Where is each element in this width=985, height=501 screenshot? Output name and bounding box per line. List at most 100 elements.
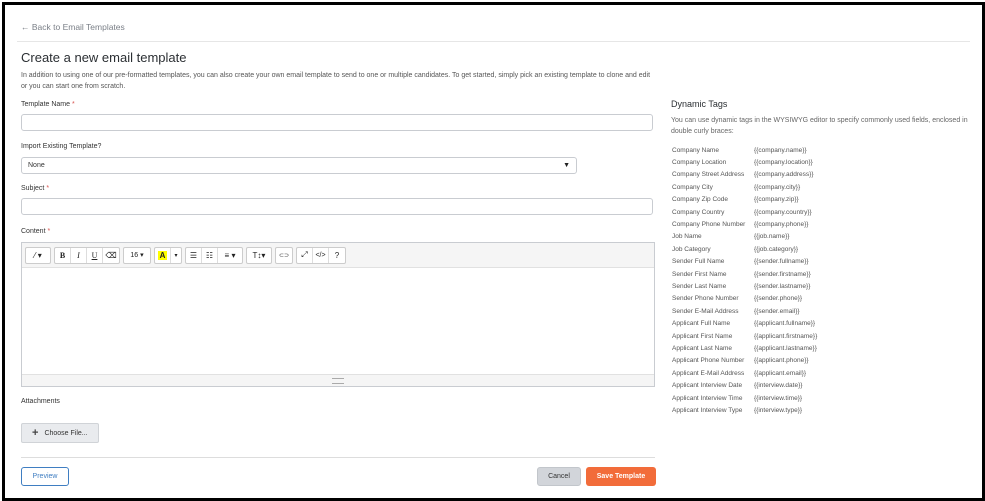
back-to-templates-link[interactable]: ← Back to Email Templates bbox=[21, 22, 125, 32]
divider bbox=[17, 41, 970, 42]
dynamic-tag-code: {{company.name}} bbox=[754, 146, 807, 154]
import-template-select[interactable]: None ▼ bbox=[21, 157, 577, 174]
dynamic-tag-code: {{sender.firstname}} bbox=[754, 270, 811, 278]
dynamic-tag-name: Applicant Phone Number bbox=[672, 357, 745, 365]
toolbar-group-format: B I U ⌫ bbox=[54, 246, 120, 264]
dynamic-tag-name: Applicant Last Name bbox=[672, 344, 732, 352]
content-label: Content * bbox=[21, 228, 51, 235]
dynamic-tag-row: Sender Last Name {{sender.lastname}} bbox=[672, 280, 817, 292]
bold-button[interactable]: B bbox=[55, 247, 71, 263]
dynamic-tag-code: {{company.phone}} bbox=[754, 221, 809, 229]
attachments-label: Attachments bbox=[21, 398, 60, 405]
dynamic-tag-code: {{applicant.firstname}} bbox=[754, 332, 818, 340]
toolbar-group-style: T↕▾ bbox=[246, 246, 272, 264]
toolbar-group-misc: ⤢ </> ? bbox=[296, 246, 346, 264]
dynamic-tag-code: {{sender.phone}} bbox=[754, 295, 803, 303]
dynamic-tag-code: {{applicant.email}} bbox=[754, 369, 807, 377]
choose-file-button[interactable]: + Choose File... bbox=[21, 423, 99, 443]
dynamic-tags-title: Dynamic Tags bbox=[671, 99, 728, 109]
dynamic-tag-code: {{job.category}} bbox=[754, 245, 799, 253]
dynamic-tag-row: Sender Phone Number {{sender.phone}} bbox=[672, 293, 817, 305]
dynamic-tag-name: Job Category bbox=[672, 245, 711, 253]
import-template-selected: None bbox=[28, 162, 45, 169]
divider bbox=[21, 457, 655, 458]
toolbar-group-lists: ☰ ☷ ≡ ▾ bbox=[185, 246, 243, 264]
dynamic-tag-name: Applicant Full Name bbox=[672, 320, 731, 328]
plus-icon: + bbox=[32, 427, 39, 439]
dynamic-tag-code: {{applicant.phone}} bbox=[754, 357, 809, 365]
highlight-caret-icon[interactable]: ▾ bbox=[171, 248, 181, 263]
template-name-input[interactable] bbox=[21, 114, 653, 131]
dynamic-tag-name: Company Name bbox=[672, 146, 719, 154]
align-dropdown[interactable]: ≡ ▾ bbox=[218, 248, 242, 263]
dynamic-tag-code: {{company.zip}} bbox=[754, 196, 799, 204]
dynamic-tag-row: Company City {{company.city}} bbox=[672, 181, 817, 193]
content-editor: ⁄ ▾ B I U ⌫ 16 ▾ A ▾ ☰ ☷ ≡ ▾ T↕▾ ⊂⊃ ⤢ </… bbox=[21, 242, 655, 387]
chevron-down-icon: ▼ bbox=[563, 162, 570, 169]
dynamic-tag-code: {{company.city}} bbox=[754, 183, 801, 191]
dynamic-tag-row: Applicant First Name {{applicant.firstnam… bbox=[672, 330, 817, 342]
dynamic-tag-code: {{sender.lastname}} bbox=[754, 282, 811, 290]
dynamic-tag-row: Company Country {{company.country}} bbox=[672, 206, 817, 218]
dynamic-tag-name: Company Street Address bbox=[672, 171, 745, 179]
dynamic-tag-name: Company Country bbox=[672, 208, 725, 216]
dynamic-tag-row: Company Name {{company.name}} bbox=[672, 144, 817, 156]
editor-resize-bar bbox=[22, 374, 654, 386]
toolbar-group-size: 16 ▾ bbox=[123, 246, 151, 264]
dynamic-tag-row: Company Location {{company.location}} bbox=[672, 156, 817, 168]
dynamic-tag-row: Applicant Interview Type {{interview.type… bbox=[672, 404, 817, 416]
cancel-button[interactable]: Cancel bbox=[537, 467, 581, 486]
help-icon[interactable]: ? bbox=[329, 248, 345, 263]
dynamic-tag-name: Applicant Interview Time bbox=[672, 394, 743, 402]
dynamic-tag-code: {{applicant.lastname}} bbox=[754, 344, 817, 352]
toolbar-group-link: ⊂⊃ bbox=[275, 246, 293, 264]
dynamic-tag-row: Applicant Interview Time {{interview.time… bbox=[672, 392, 817, 404]
resize-grip-icon[interactable] bbox=[332, 378, 344, 384]
underline-button[interactable]: U bbox=[87, 247, 103, 263]
font-size-dropdown[interactable]: 16 ▾ bbox=[124, 248, 150, 263]
dynamic-tag-row: Applicant Interview Date {{interview.date… bbox=[672, 379, 817, 391]
dynamic-tag-name: Applicant Interview Date bbox=[672, 382, 743, 390]
editor-toolbar: ⁄ ▾ B I U ⌫ 16 ▾ A ▾ ☰ ☷ ≡ ▾ T↕▾ ⊂⊃ ⤢ </… bbox=[22, 243, 654, 268]
dynamic-tag-name: Sender Phone Number bbox=[672, 295, 739, 303]
dynamic-tag-row: Job Category {{job.category}} bbox=[672, 243, 817, 255]
dynamic-tag-code: {{interview.date}} bbox=[754, 382, 803, 390]
dynamic-tag-row: Applicant Full Name {{applicant.fullname}… bbox=[672, 317, 817, 329]
app-window: ← Back to Email Templates Create a new e… bbox=[2, 2, 985, 501]
dynamic-tag-code: {{applicant.fullname}} bbox=[754, 320, 816, 328]
dynamic-tags-description: You can use dynamic tags in the WYSIWYG … bbox=[671, 117, 968, 135]
dynamic-tag-row: Job Name {{job.name}} bbox=[672, 231, 817, 243]
dynamic-tag-code: {{company.location}} bbox=[754, 159, 813, 167]
highlight-color-button[interactable]: A bbox=[155, 247, 171, 263]
required-mark: * bbox=[72, 101, 75, 108]
text-style-dropdown[interactable]: T↕▾ bbox=[247, 248, 271, 263]
code-view-icon[interactable]: </> bbox=[313, 247, 329, 263]
editor-content-area[interactable] bbox=[22, 268, 654, 374]
link-icon[interactable]: ⊂⊃ bbox=[276, 248, 292, 263]
dynamic-tag-row: Company Phone Number {{company.phone}} bbox=[672, 218, 817, 230]
magic-wand-icon[interactable]: ⁄ ▾ bbox=[26, 248, 50, 263]
save-template-button[interactable]: Save Template bbox=[586, 467, 656, 486]
dynamic-tag-name: Company Phone Number bbox=[672, 221, 746, 229]
fullscreen-icon[interactable]: ⤢ bbox=[297, 247, 313, 263]
toolbar-group-magic: ⁄ ▾ bbox=[25, 246, 51, 264]
bullet-list-icon[interactable]: ☰ bbox=[186, 247, 202, 263]
dynamic-tags-list: Company Name {{company.name}} Company Loca… bbox=[672, 144, 817, 417]
preview-button[interactable]: Preview bbox=[21, 467, 69, 486]
dynamic-tag-code: {{company.country}} bbox=[754, 208, 812, 216]
dynamic-tag-row: Sender Full Name {{sender.fullname}} bbox=[672, 256, 817, 268]
dynamic-tag-name: Company Location bbox=[672, 159, 727, 167]
page-title: Create a new email template bbox=[21, 50, 187, 65]
numbered-list-icon[interactable]: ☷ bbox=[202, 247, 218, 263]
dynamic-tag-name: Sender First Name bbox=[672, 270, 727, 278]
dynamic-tag-row: Sender First Name {{sender.firstname}} bbox=[672, 268, 817, 280]
subject-input[interactable] bbox=[21, 198, 653, 215]
dynamic-tag-code: {{job.name}} bbox=[754, 233, 790, 241]
italic-button[interactable]: I bbox=[71, 247, 87, 263]
eraser-icon[interactable]: ⌫ bbox=[103, 248, 119, 263]
choose-file-label: Choose File... bbox=[44, 429, 88, 437]
dynamic-tag-row: Applicant Phone Number {{applicant.phone}… bbox=[672, 355, 817, 367]
dynamic-tag-name: Company City bbox=[672, 183, 713, 191]
required-mark: * bbox=[46, 185, 50, 192]
dynamic-tag-code: {{interview.time}} bbox=[754, 394, 803, 402]
